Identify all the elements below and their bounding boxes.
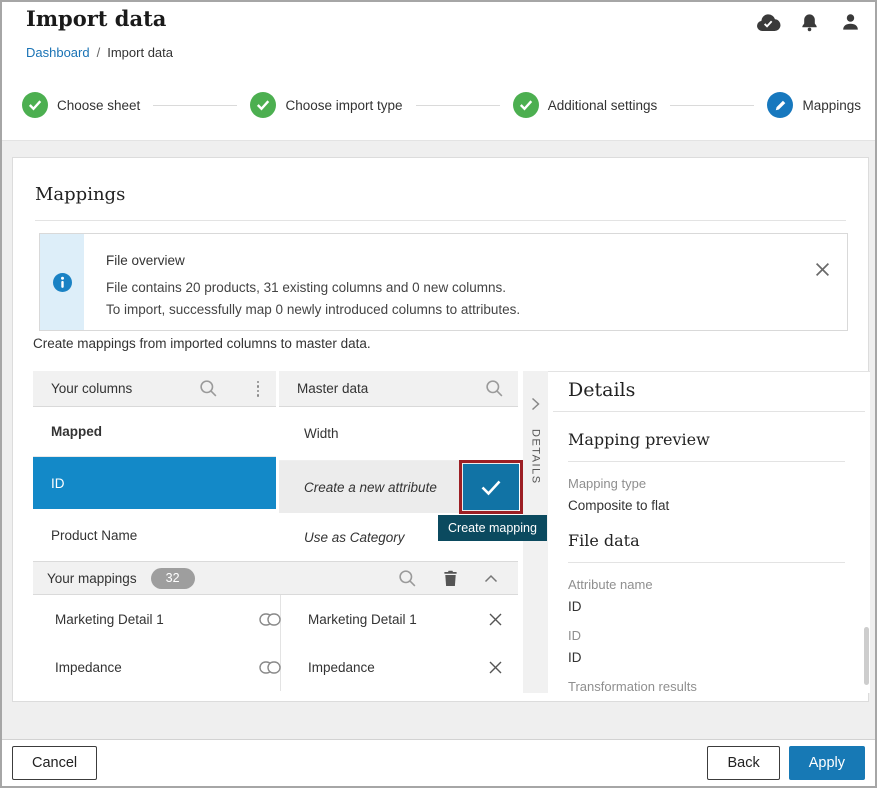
mapping-row[interactable]: Marketing Detail 1 Marketing Detail 1 [33, 595, 518, 643]
step-connector [670, 105, 754, 106]
details-heading: Details [568, 379, 845, 401]
search-icon[interactable] [199, 379, 218, 398]
mapping-rows: Marketing Detail 1 Marketing Detail 1 Im… [33, 595, 518, 691]
create-attribute-label: Create a new attribute [304, 480, 437, 495]
mapped-group-label: Mapped [33, 407, 276, 457]
info-title: File overview [106, 253, 825, 268]
confirm-mapping-button[interactable] [463, 464, 519, 510]
your-columns-header: Your columns [33, 371, 276, 407]
info-line-1: File contains 20 products, 31 existing c… [106, 277, 825, 299]
mapping-target: Impedance [292, 660, 480, 675]
step-label: Choose import type [285, 98, 402, 113]
apply-button[interactable]: Apply [789, 746, 865, 780]
search-icon[interactable] [398, 569, 417, 588]
kebab-menu-icon[interactable] [254, 378, 263, 400]
info-strip [40, 234, 84, 330]
info-line-2: To import, successfully map 0 newly intr… [106, 299, 825, 321]
info-content: File overview File contains 20 products,… [84, 234, 847, 330]
divider [553, 411, 865, 412]
step-choose-import-type[interactable]: Choose import type [250, 92, 402, 118]
column-item-id[interactable]: ID [33, 457, 276, 509]
attribute-name-label: Attribute name [568, 577, 845, 592]
step-connector [416, 105, 500, 106]
mapping-type-value: Composite to flat [568, 498, 845, 513]
mapping-row[interactable]: Impedance Impedance [33, 643, 518, 691]
your-columns-panel: Your columns Mapped ID Product Name [33, 371, 276, 561]
divider [568, 461, 845, 462]
master-data-title: Master data [297, 381, 368, 396]
search-icon[interactable] [485, 379, 504, 398]
check-circle-icon [22, 92, 48, 118]
remove-mapping-icon[interactable] [480, 661, 510, 674]
chevron-up-icon[interactable] [484, 574, 498, 583]
footer-action-bar: Cancel Back Apply [2, 739, 875, 786]
attribute-name-value: ID [568, 599, 845, 614]
mappings-count-badge: 32 [151, 568, 195, 589]
file-data-heading: File data [568, 531, 845, 550]
id-label: ID [568, 628, 845, 643]
app-header: Import data Dashboard / Import data Choose… [2, 2, 875, 141]
mapping-source: Marketing Detail 1 [33, 612, 248, 627]
step-connector [153, 105, 237, 106]
scrollbar-thumb[interactable] [864, 627, 869, 685]
trash-icon[interactable] [443, 570, 458, 587]
mapping-target: Marketing Detail 1 [292, 612, 480, 627]
info-icon [53, 273, 72, 292]
remove-mapping-icon[interactable] [480, 613, 510, 626]
pencil-icon [767, 92, 793, 118]
step-mappings[interactable]: Mappings [767, 92, 861, 118]
step-label: Choose sheet [57, 98, 140, 113]
step-additional-settings[interactable]: Additional settings [513, 92, 658, 118]
link-icon [248, 661, 292, 674]
divider [568, 562, 845, 563]
breadcrumb-dashboard-link[interactable]: Dashboard [26, 45, 90, 60]
master-data-header: Master data [279, 371, 518, 407]
details-panel: Details Mapping preview Mapping type Com… [548, 371, 870, 693]
chevron-right-icon[interactable] [531, 397, 540, 411]
step-label: Mappings [802, 98, 861, 113]
mapping-area: Your columns Mapped ID Product Name Mast… [33, 371, 870, 693]
mapping-preview-heading: Mapping preview [568, 430, 845, 449]
breadcrumb: Dashboard / Import data [26, 45, 173, 60]
mapping-caption: Create mappings from imported columns to… [33, 336, 371, 351]
master-row-width[interactable]: Width [279, 407, 518, 461]
mapping-source: Impedance [33, 660, 248, 675]
step-label: Additional settings [548, 98, 658, 113]
divider [35, 220, 846, 221]
check-circle-icon [250, 92, 276, 118]
page-title: Import data [26, 6, 166, 31]
your-columns-title: Your columns [51, 381, 132, 396]
mapping-type-label: Mapping type [568, 476, 845, 491]
bell-icon[interactable] [796, 10, 822, 34]
back-button[interactable]: Back [707, 746, 779, 780]
link-icon [248, 613, 292, 626]
close-icon[interactable] [813, 260, 831, 278]
column-item-product-name[interactable]: Product Name [33, 509, 276, 561]
user-icon[interactable] [837, 10, 863, 34]
your-mappings-title: Your mappings [47, 571, 137, 586]
header-icon-bar [755, 10, 863, 34]
check-circle-icon [513, 92, 539, 118]
your-mappings-bar: Your mappings 32 [33, 561, 518, 595]
file-overview-info-box: File overview File contains 20 products,… [39, 233, 848, 331]
card-heading: Mappings [35, 184, 125, 205]
details-tab-label[interactable]: DETAILS [530, 429, 542, 485]
check-icon [480, 479, 502, 496]
breadcrumb-current: Import data [107, 45, 173, 60]
cancel-button[interactable]: Cancel [12, 746, 97, 780]
cloud-check-icon[interactable] [755, 10, 781, 34]
import-stepper: Choose sheet Choose import type Addition… [22, 92, 861, 118]
mappings-card: Mappings File overview File contains 20 … [12, 157, 869, 702]
transformation-results-label: Transformation results [568, 679, 845, 693]
annotation-highlight-box [459, 460, 523, 514]
step-choose-sheet[interactable]: Choose sheet [22, 92, 140, 118]
create-mapping-tooltip: Create mapping [438, 515, 547, 541]
master-row-create-attribute[interactable]: Create a new attribute [279, 461, 518, 513]
id-value: ID [568, 650, 845, 665]
breadcrumb-separator: / [97, 45, 101, 60]
